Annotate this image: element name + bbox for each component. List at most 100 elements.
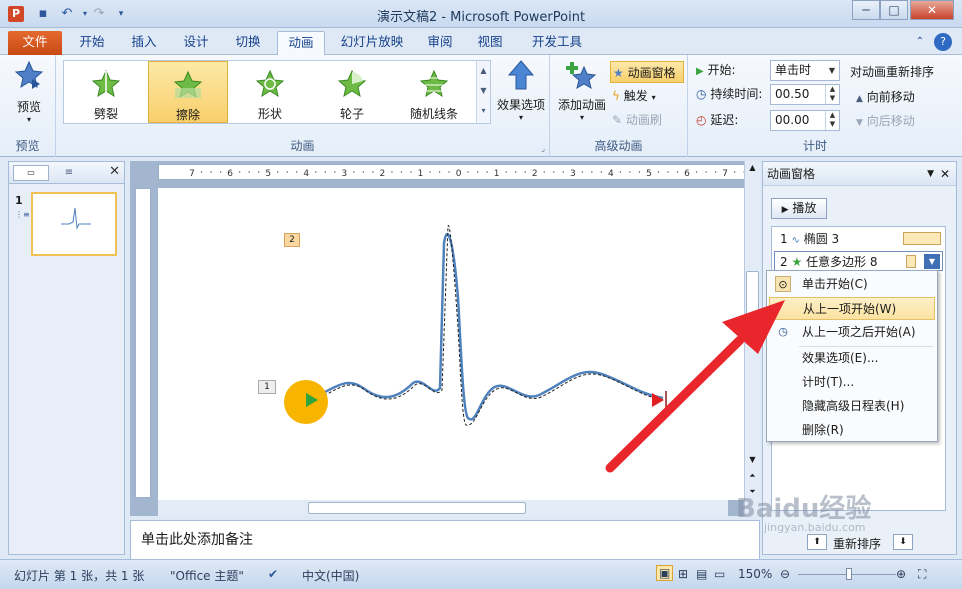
ruler-tick <box>200 171 203 173</box>
tab-transitions[interactable]: 切换 <box>226 31 270 55</box>
scroll-up-icon[interactable]: ▲ <box>747 163 758 172</box>
outline-tab[interactable]: ≡ <box>57 165 81 181</box>
ruler-tick <box>562 171 564 173</box>
chevron-down-icon: ▼ <box>828 66 836 75</box>
normal-view-icon[interactable]: ▣ <box>656 565 674 581</box>
hscroll-thumb[interactable] <box>308 502 526 514</box>
zoom-in-icon[interactable]: ⊕ <box>896 567 906 581</box>
close-button[interactable]: ✕ <box>910 0 954 20</box>
start-select[interactable]: 单击时 ▼ <box>770 60 840 81</box>
duration-field[interactable]: 00.50 ▲ ▼ <box>770 84 840 105</box>
item-dropdown-icon[interactable]: ▼ <box>924 254 940 269</box>
menu-start-on-click[interactable]: ⊙ 单击开始(C) <box>769 273 935 296</box>
trigger-label: 触发 <box>623 89 648 103</box>
ruler-tick <box>248 171 250 173</box>
ruler-label: 5 <box>646 169 652 179</box>
slides-tab[interactable]: ▭ <box>13 165 49 181</box>
ruler-ticks: 7 6 5 4 3 2 1 0 1 2 3 4 5 6 7 <box>189 169 755 179</box>
move-later-button[interactable]: ▼ 向后移动 <box>856 110 915 132</box>
duration-row: ◷ 持续时间: <box>696 83 762 105</box>
delay-value: 00.00 <box>775 113 810 127</box>
zoom-level[interactable]: 150% <box>738 567 772 581</box>
help-icon[interactable]: ? <box>934 33 952 51</box>
close-pane-icon[interactable]: ✕ <box>940 162 950 186</box>
dialog-launcher-icon[interactable]: ⌟ <box>541 144 545 153</box>
gallery-item-wipe[interactable]: 擦除 <box>148 61 228 123</box>
tab-design[interactable]: 设计 <box>174 31 218 55</box>
tab-developer[interactable]: 开发工具 <box>524 31 590 55</box>
zoom-out-icon[interactable]: ⊖ <box>780 567 790 581</box>
ruler-tick <box>400 171 403 173</box>
menu-timing[interactable]: 计时(T)... <box>769 371 935 394</box>
timing-group: ▶ 开始: 单击时 ▼ ◷ 持续时间: 00.50 ▲ ▼ ◴ 延迟: 00.00… <box>688 55 942 157</box>
animation-item-1[interactable]: 1 ∿ 椭圆 3 <box>774 229 943 249</box>
tab-view[interactable]: 视图 <box>468 31 512 55</box>
menu-start-after-previous[interactable]: ◷ 从上一项之后开始(A) <box>769 321 935 344</box>
menu-effect-options[interactable]: 效果选项(E)... <box>769 347 935 370</box>
collapse-ribbon-icon[interactable]: ⌃ <box>910 31 930 55</box>
theme-name[interactable]: "Office 主题" <box>170 567 244 584</box>
notes-pane[interactable]: 单击此处添加备注 <box>130 520 760 560</box>
gallery-item-split[interactable]: 劈裂 <box>66 61 146 123</box>
ruler-label: 0 <box>456 169 462 179</box>
scroll-down-icon[interactable]: ▼ <box>747 455 758 464</box>
tab-animations[interactable]: 动画 <box>277 31 325 55</box>
effect-options-button[interactable]: 效果选项 ▾ <box>494 59 548 122</box>
maximize-button[interactable]: □ <box>880 0 908 20</box>
menu-start-with-previous[interactable]: 从上一项开始(W) <box>769 297 935 320</box>
duration-value: 00.50 <box>775 87 810 101</box>
mouse-icon: ⊙ <box>775 276 791 292</box>
scroll-thumb[interactable] <box>746 271 759 321</box>
gallery-item-label: 擦除 <box>175 108 200 122</box>
language[interactable]: 中文(中国) <box>302 567 359 584</box>
move-earlier-button[interactable]: ▲ 向前移动 <box>856 86 915 108</box>
close-pane-icon[interactable]: ✕ <box>109 164 120 179</box>
zoom-slider-thumb[interactable] <box>846 568 852 580</box>
status-bar: 幻灯片 第 1 张，共 1 张 "Office 主题" ✔ 中文(中国) ▣ ⊞… <box>0 559 962 589</box>
animation-item-2[interactable]: 2 ★ 任意多边形 8 ▼ <box>774 251 943 271</box>
slideshow-icon[interactable]: ▭ <box>714 567 725 581</box>
vertical-scrollbar[interactable]: ▲ ▼ ⏶ ⏷ <box>744 161 760 516</box>
preview-dropdown-icon[interactable]: ▾ <box>6 115 52 124</box>
tab-insert[interactable]: 插入 <box>122 31 166 55</box>
tab-file[interactable]: 文件 <box>8 31 62 55</box>
gallery-up-icon[interactable]: ▲ <box>477 61 490 81</box>
trigger-button[interactable]: ϟ 触发 ▾ <box>612 85 656 107</box>
ruler-label: 7 <box>722 169 728 179</box>
delay-field[interactable]: 00.00 ▲ ▼ <box>770 110 840 131</box>
duration-spinner[interactable]: ▲ ▼ <box>825 85 839 104</box>
play-button[interactable]: ▶ 播放 <box>771 198 827 219</box>
animation-painter-button[interactable]: ✎ 动画刷 <box>612 109 662 131</box>
tab-review[interactable]: 审阅 <box>418 31 462 55</box>
animation-tag-2[interactable]: 2 <box>284 233 300 247</box>
menu-hide-advanced-timeline[interactable]: 隐藏高级日程表(H) <box>769 395 935 418</box>
slide-canvas[interactable]: 1 2 <box>158 188 744 500</box>
slide-thumbnail[interactable] <box>31 192 117 256</box>
menu-remove[interactable]: 删除(R) <box>769 419 935 442</box>
add-animation-button[interactable]: 添加动画 ▾ <box>554 59 610 122</box>
gallery-item-random-bars[interactable]: 随机线条 <box>394 61 474 123</box>
gallery-more-icon[interactable]: ▾ <box>477 101 490 121</box>
reading-view-icon[interactable]: ▤ <box>696 567 707 581</box>
fit-window-icon[interactable]: ⛶ <box>918 567 926 582</box>
tab-slideshow[interactable]: 幻灯片放映 <box>334 31 410 55</box>
pane-menu-icon[interactable]: ▼ <box>927 162 934 186</box>
gallery-down-icon[interactable]: ▼ <box>477 81 490 101</box>
prev-slide-icon[interactable]: ⏶ <box>747 471 758 481</box>
horizontal-scrollbar[interactable] <box>158 500 728 516</box>
tab-home[interactable]: 开始 <box>70 31 114 55</box>
slide-sorter-icon[interactable]: ⊞ <box>678 567 688 581</box>
delay-spinner[interactable]: ▲ ▼ <box>825 111 839 130</box>
trigger-dropdown-icon: ▾ <box>651 93 656 102</box>
ruler-tick <box>448 171 450 173</box>
minimize-button[interactable]: ─ <box>852 0 880 20</box>
preview-button[interactable]: 预览 ▾ <box>6 59 52 124</box>
ruler-tick <box>324 171 327 173</box>
gallery-item-shape[interactable]: 形状 <box>230 61 310 123</box>
pane-tabs: ▭ ≡ ✕ <box>9 162 124 184</box>
animation-tag-1[interactable]: 1 <box>258 380 276 394</box>
animation-pane-button[interactable]: ★ 动画窗格 <box>610 61 684 83</box>
gallery-item-wheel[interactable]: 轮子 <box>312 61 392 123</box>
spellcheck-icon[interactable]: ✔ <box>268 567 278 581</box>
up-arrow-icon <box>507 60 535 90</box>
